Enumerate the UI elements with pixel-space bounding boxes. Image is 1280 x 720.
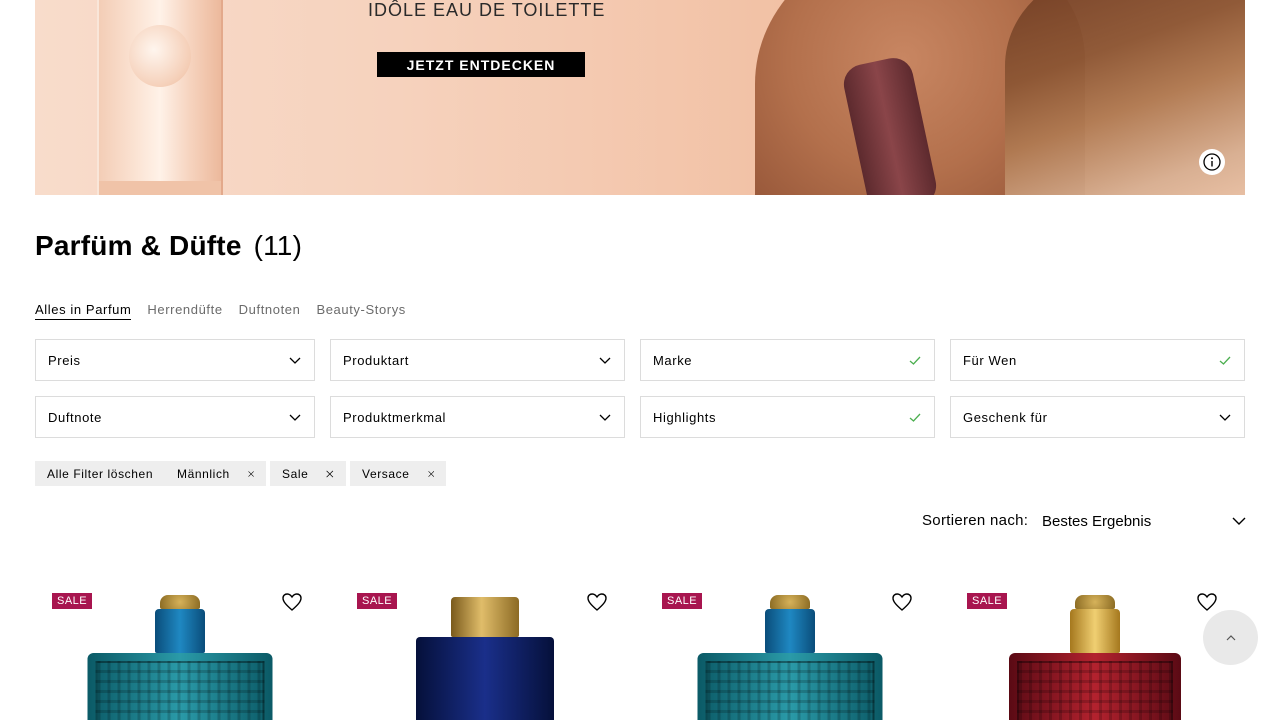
sale-badge: SALE (52, 593, 93, 609)
product-card[interactable]: SALE (950, 585, 1240, 720)
filter-label: Marke (653, 352, 693, 368)
filter-label: Preis (48, 352, 81, 368)
category-tabs: Alles in Parfum Herrendüfte Duftnoten Be… (35, 302, 406, 320)
clear-all-label: Alle Filter löschen (47, 466, 154, 481)
sale-badge: SALE (967, 593, 1008, 609)
close-icon[interactable] (427, 468, 434, 480)
checkmark-icon (1219, 356, 1231, 365)
banner-headline: IDÔLE EAU DE TOILETTE (368, 0, 606, 20)
promo-banner[interactable]: IDÔLE EAU DE TOILETTE JETZT ENTDECKEN (35, 0, 1245, 195)
chip-label: Sale (282, 466, 309, 481)
chevron-down-icon (599, 414, 611, 421)
perfume-bottle-image (97, 0, 223, 195)
filter-label: Highlights (653, 409, 717, 425)
sort-label: Sortieren nach: (922, 512, 1029, 529)
filter-produktmerkmal[interactable]: Produktmerkmal (330, 396, 625, 438)
sort-value: Bestes Ergebnis (1042, 512, 1152, 530)
banner-cta-button[interactable]: JETZT ENTDECKEN (377, 52, 585, 77)
heart-icon[interactable] (891, 591, 913, 613)
close-icon[interactable] (326, 468, 334, 480)
chevron-up-icon (1226, 634, 1235, 640)
close-icon[interactable] (248, 468, 254, 480)
chevron-down-icon (289, 357, 301, 364)
filter-label: Produktart (343, 352, 409, 368)
filter-preis[interactable]: Preis (35, 339, 315, 381)
product-card[interactable]: SALE (645, 585, 935, 720)
checkmark-icon (909, 413, 921, 422)
product-card[interactable]: SALE (35, 585, 325, 720)
chevron-down-icon (1232, 517, 1246, 525)
tab-duftnoten[interactable]: Duftnoten (239, 302, 301, 320)
chevron-down-icon (1219, 414, 1231, 421)
filter-fuer-wen[interactable]: Für Wen (950, 339, 1245, 381)
chip-versace[interactable]: Versace (350, 461, 446, 486)
filter-geschenk-fuer[interactable]: Geschenk für (950, 396, 1245, 438)
sort-select[interactable]: Bestes Ergebnis (1042, 506, 1247, 536)
tab-beauty-storys[interactable]: Beauty-Storys (316, 302, 405, 320)
filter-marke[interactable]: Marke (640, 339, 935, 381)
filter-duftnote[interactable]: Duftnote (35, 396, 315, 438)
heart-icon[interactable] (1196, 591, 1218, 613)
chevron-down-icon (599, 357, 611, 364)
filter-label: Für Wen (963, 352, 1017, 368)
result-count: (11) (253, 230, 303, 261)
tab-herrenduefte[interactable]: Herrendüfte (147, 302, 222, 320)
model-image (755, 0, 1245, 195)
heart-icon[interactable] (281, 591, 303, 613)
page-title-text: Parfüm & Düfte (35, 230, 242, 261)
chip-label: Versace (362, 466, 410, 481)
chevron-down-icon (289, 414, 301, 421)
filter-label: Geschenk für (963, 409, 1048, 425)
chip-label: Männlich (177, 466, 230, 481)
chip-maennlich[interactable]: Männlich (165, 461, 266, 486)
clear-all-filters-button[interactable]: Alle Filter löschen (35, 461, 166, 486)
checkmark-icon (909, 356, 921, 365)
tab-alles-in-parfum[interactable]: Alles in Parfum (35, 302, 132, 320)
filter-label: Duftnote (48, 409, 102, 425)
scroll-to-top-button[interactable] (1203, 610, 1258, 665)
chip-sale[interactable]: Sale (270, 461, 346, 486)
info-icon[interactable] (1199, 149, 1225, 175)
page-title: Parfüm & Düfte (11) (35, 230, 302, 262)
filter-produktart[interactable]: Produktart (330, 339, 625, 381)
sale-badge: SALE (662, 593, 703, 609)
sale-badge: SALE (357, 593, 398, 609)
filter-label: Produktmerkmal (343, 409, 447, 425)
heart-icon[interactable] (586, 591, 608, 613)
product-card[interactable]: SALE (340, 585, 630, 720)
filter-highlights[interactable]: Highlights (640, 396, 935, 438)
